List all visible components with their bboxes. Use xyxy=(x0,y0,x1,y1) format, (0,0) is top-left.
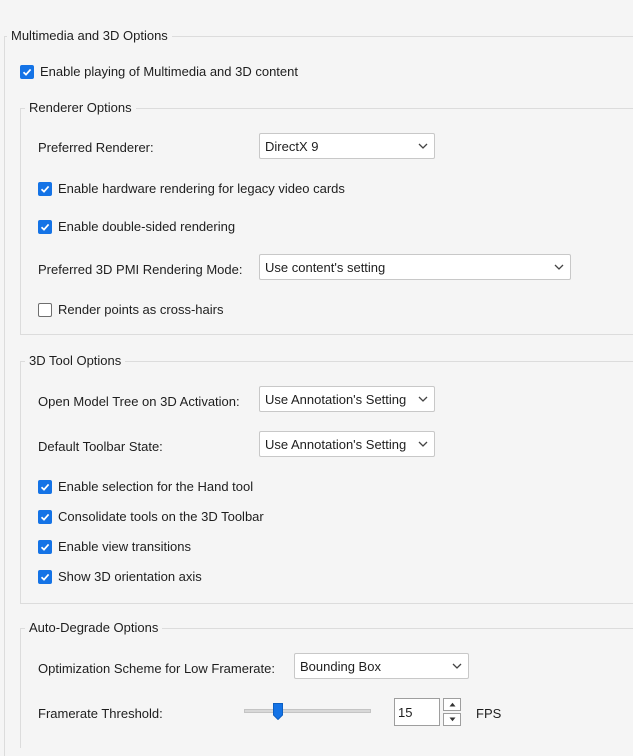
model-tree-select[interactable]: Use Annotation's Setting xyxy=(259,386,435,412)
pmi-mode-select[interactable]: Use content's setting xyxy=(259,254,571,280)
hand-tool-label: Enable selection for the Hand tool xyxy=(58,479,254,494)
toolbar-state-label: Default Toolbar State: xyxy=(38,439,163,454)
chevron-down-icon xyxy=(418,143,428,149)
checkmark-icon xyxy=(38,181,52,196)
chevron-down-icon xyxy=(452,663,462,669)
framerate-decrement-button[interactable] xyxy=(443,713,461,726)
checkmark-icon xyxy=(38,479,52,494)
double-sided-label: Enable double-sided rendering xyxy=(58,219,236,234)
checkmark-icon xyxy=(38,509,52,524)
optimization-scheme-label: Optimization Scheme for Low Framerate: xyxy=(38,661,275,676)
chevron-down-icon xyxy=(554,264,564,270)
double-sided-checkbox[interactable]: Enable double-sided rendering xyxy=(38,219,235,234)
enable-multimedia-checkbox[interactable]: Enable playing of Multimedia and 3D cont… xyxy=(20,64,298,79)
fps-unit-label: FPS xyxy=(476,706,502,721)
multimedia-group-title: Multimedia and 3D Options xyxy=(7,28,172,44)
pmi-mode-label: Preferred 3D PMI Rendering Mode: xyxy=(38,262,243,277)
orientation-axis-label: Show 3D orientation axis xyxy=(58,569,202,584)
framerate-increment-button[interactable] xyxy=(443,698,461,711)
view-transitions-checkbox[interactable]: Enable view transitions xyxy=(38,539,191,554)
model-tree-label: Open Model Tree on 3D Activation: xyxy=(38,394,240,409)
checkmark-icon xyxy=(38,539,52,554)
crosshairs-checkbox[interactable]: Render points as cross-hairs xyxy=(38,302,223,317)
hardware-rendering-checkbox[interactable]: Enable hardware rendering for legacy vid… xyxy=(38,181,345,196)
framerate-threshold-label: Framerate Threshold: xyxy=(38,706,163,721)
pmi-mode-value: Use content's setting xyxy=(265,259,386,275)
toolbar-state-value: Use Annotation's Setting xyxy=(265,436,407,452)
consolidate-tools-checkbox[interactable]: Consolidate tools on the 3D Toolbar xyxy=(38,509,264,524)
chevron-down-icon xyxy=(418,441,428,447)
hardware-rendering-label: Enable hardware rendering for legacy vid… xyxy=(58,181,345,196)
preferred-renderer-label: Preferred Renderer: xyxy=(38,140,154,155)
preferred-renderer-value: DirectX 9 xyxy=(265,138,319,154)
checkmark-icon xyxy=(38,219,52,234)
enable-multimedia-label: Enable playing of Multimedia and 3D cont… xyxy=(40,64,298,79)
framerate-input[interactable]: 15 xyxy=(394,698,440,726)
framerate-slider-thumb[interactable] xyxy=(273,703,284,720)
degrade-group-title: Auto-Degrade Options xyxy=(25,620,163,636)
orientation-axis-checkbox[interactable]: Show 3D orientation axis xyxy=(38,569,202,584)
checkmark-icon xyxy=(38,569,52,584)
framerate-value: 15 xyxy=(398,704,413,720)
renderer-group-title: Renderer Options xyxy=(25,100,136,116)
model-tree-value: Use Annotation's Setting xyxy=(265,391,407,407)
consolidate-tools-label: Consolidate tools on the 3D Toolbar xyxy=(58,509,264,524)
tool-group-title: 3D Tool Options xyxy=(25,353,126,369)
degrade-group xyxy=(20,628,633,748)
checkmark-icon xyxy=(20,64,34,79)
chevron-down-icon xyxy=(418,396,428,402)
checkbox-empty-icon xyxy=(38,302,52,317)
optimization-scheme-value: Bounding Box xyxy=(300,658,381,674)
view-transitions-label: Enable view transitions xyxy=(58,539,191,554)
crosshairs-label: Render points as cross-hairs xyxy=(58,302,224,317)
framerate-slider-track[interactable] xyxy=(244,709,371,713)
preferred-renderer-select[interactable]: DirectX 9 xyxy=(259,133,435,159)
optimization-scheme-select[interactable]: Bounding Box xyxy=(294,653,469,679)
chevron-down-icon xyxy=(449,717,455,722)
chevron-up-icon xyxy=(449,702,455,707)
toolbar-state-select[interactable]: Use Annotation's Setting xyxy=(259,431,435,457)
hand-tool-checkbox[interactable]: Enable selection for the Hand tool xyxy=(38,479,253,494)
